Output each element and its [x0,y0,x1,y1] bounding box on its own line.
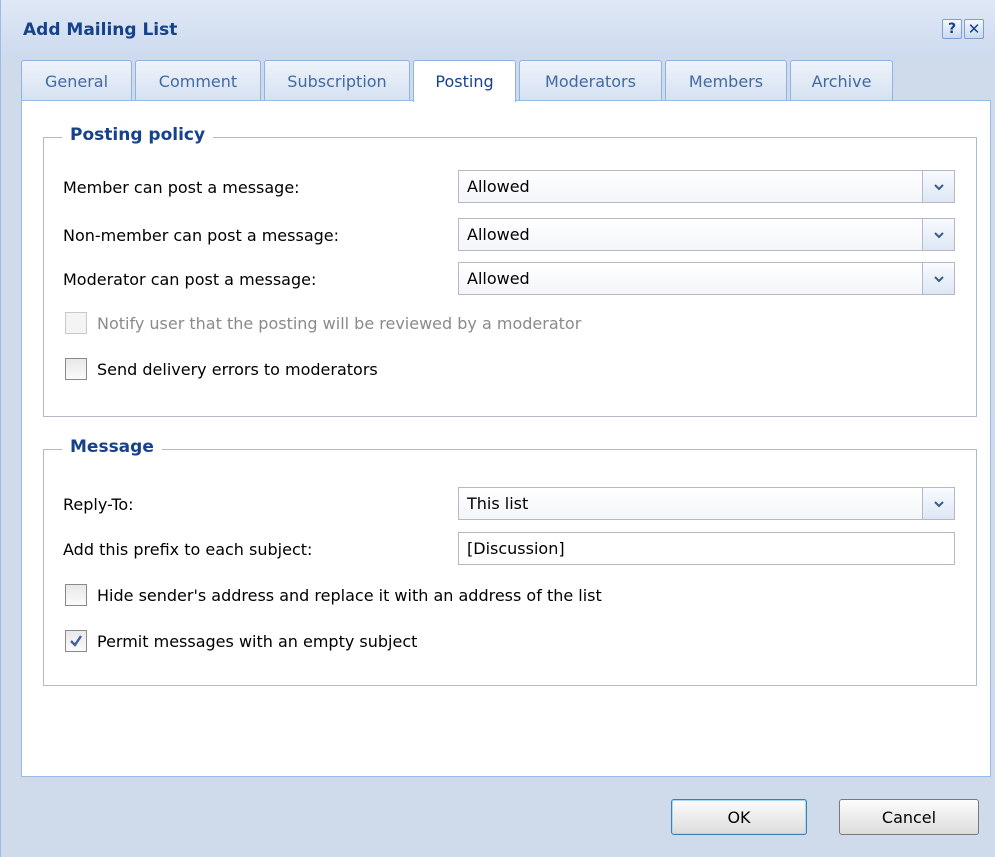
add-mailing-list-dialog: Add Mailing List ? ✕ General Comment Sub… [0,0,995,857]
reply-to-value: This list [467,494,529,513]
member-post-value: Allowed [467,177,530,196]
member-post-label: Member can post a message: [63,178,300,197]
checkbox-box[interactable] [65,358,87,380]
tab-strip: General Comment Subscription Posting Mod… [21,60,991,102]
tab-members[interactable]: Members [665,60,787,101]
help-icon: ? [947,21,957,37]
tab-posting[interactable]: Posting [413,60,516,102]
close-button[interactable]: ✕ [964,19,984,39]
close-icon: ✕ [967,20,981,38]
message-group: Message Reply-To: This list Add this pre… [43,437,977,686]
reply-to-select[interactable]: This list [458,487,955,520]
notify-moderator-review-label: Notify user that the posting will be rev… [97,313,582,333]
moderator-post-value: Allowed [467,269,530,288]
notify-moderator-review-checkbox[interactable]: Notify user that the posting will be rev… [65,312,581,334]
moderator-post-select[interactable]: Allowed [458,262,955,295]
chevron-down-icon[interactable] [922,219,954,250]
posting-panel: Posting policy Member can post a message… [21,101,991,777]
help-button[interactable]: ? [942,19,962,39]
permit-empty-subject-label: Permit messages with an empty subject [97,631,418,651]
checkbox-box[interactable] [65,630,87,652]
message-legend: Message [62,437,162,457]
non-member-post-value: Allowed [467,225,530,244]
dialog-titlebar[interactable]: Add Mailing List ? ✕ [1,0,995,58]
reply-to-label: Reply-To: [63,495,134,514]
subject-prefix-input[interactable]: [Discussion] [458,532,955,565]
posting-policy-legend: Posting policy [62,125,214,145]
chevron-down-icon[interactable] [922,263,954,294]
cancel-button[interactable]: Cancel [839,799,979,835]
tab-general[interactable]: General [21,60,132,101]
moderator-post-label: Moderator can post a message: [63,270,317,289]
checkbox-box[interactable] [65,312,87,334]
tab-subscription[interactable]: Subscription [264,60,410,101]
ok-button[interactable]: OK [671,799,807,835]
tab-comment[interactable]: Comment [135,60,261,101]
posting-policy-group: Posting policy Member can post a message… [43,125,977,417]
send-delivery-errors-checkbox[interactable]: Send delivery errors to moderators [65,358,378,380]
send-delivery-errors-label: Send delivery errors to moderators [97,359,378,379]
permit-empty-subject-checkbox[interactable]: Permit messages with an empty subject [65,630,417,652]
checkmark-icon [70,635,82,647]
subject-prefix-label: Add this prefix to each subject: [63,540,313,559]
chevron-down-icon[interactable] [922,171,954,202]
hide-sender-address-label: Hide sender's address and replace it wit… [97,585,602,605]
checkbox-box[interactable] [65,584,87,606]
member-post-select[interactable]: Allowed [458,170,955,203]
non-member-post-label: Non-member can post a message: [63,226,340,245]
chevron-down-icon[interactable] [922,488,954,519]
dialog-title: Add Mailing List [23,20,178,40]
tab-archive[interactable]: Archive [790,60,893,101]
hide-sender-address-checkbox[interactable]: Hide sender's address and replace it wit… [65,584,602,606]
non-member-post-select[interactable]: Allowed [458,218,955,251]
tab-moderators[interactable]: Moderators [519,60,662,101]
